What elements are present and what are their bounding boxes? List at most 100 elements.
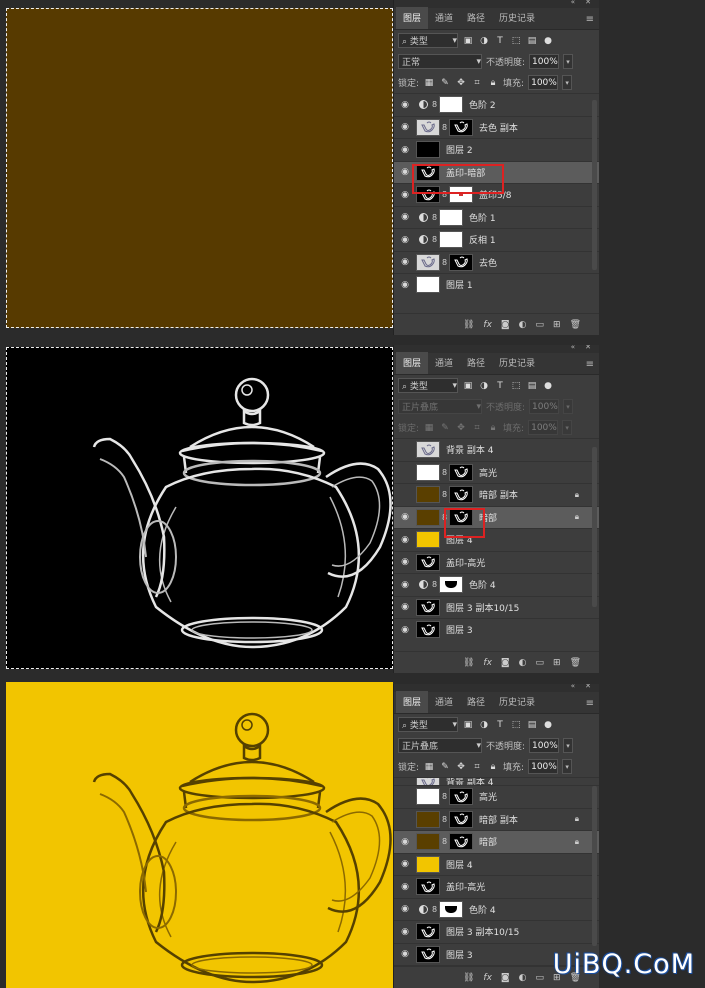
layer-thumbnail[interactable] — [449, 833, 473, 851]
link-icon[interactable]: 8 — [430, 580, 439, 589]
image-filter-icon[interactable]: ▣ — [462, 380, 474, 392]
filter-select[interactable]: ⌕ 类型 ▾ — [398, 378, 458, 393]
eye-icon[interactable]: ◉ — [394, 882, 416, 892]
layer-thumbnail[interactable] — [416, 118, 440, 136]
filter-toggle-icon[interactable]: ● — [542, 35, 554, 47]
layer-row[interactable]: ◉ 8 色阶 2 — [394, 93, 599, 116]
layer-name[interactable]: 暗部 副本 — [479, 813, 518, 826]
layer-thumbnail[interactable] — [416, 531, 440, 549]
lock-move-icon[interactable]: ✥ — [455, 761, 467, 773]
layer-thumbnail[interactable] — [416, 463, 440, 481]
type-filter-icon[interactable]: T — [494, 35, 506, 47]
adjustment-filter-icon[interactable]: ◑ — [478, 719, 490, 731]
eye-icon[interactable]: ◉ — [394, 778, 416, 785]
link-icon[interactable]: 8 — [440, 258, 449, 267]
link-icon[interactable]: 8 — [440, 815, 449, 824]
layer-thumbnail[interactable] — [416, 855, 440, 873]
layer-row[interactable]: ◉ 8 高光 — [394, 785, 599, 808]
layer-row[interactable]: ◉ 图层 4 — [394, 852, 599, 876]
layer-row[interactable]: ◉ 8 色阶 1 — [394, 205, 599, 229]
layer-name[interactable]: 盖印-高光 — [446, 556, 485, 569]
layer-thumbnail[interactable] — [449, 463, 473, 481]
new-adjustment-icon[interactable]: ◐ — [519, 973, 527, 983]
layer-thumbnail[interactable] — [449, 253, 473, 271]
layer-thumbnail[interactable] — [416, 253, 440, 271]
tab-1[interactable]: 通道 — [428, 7, 460, 29]
link-icon[interactable]: 8 — [430, 213, 439, 222]
eye-icon[interactable]: ◉ — [394, 512, 416, 522]
eye-icon[interactable]: ◉ — [394, 904, 416, 914]
filter-select[interactable]: ⌕ 类型 ▾ — [398, 717, 458, 732]
eye-icon[interactable]: ◉ — [394, 557, 416, 567]
canvas-area[interactable] — [6, 682, 393, 988]
lock-move-icon[interactable]: ✥ — [455, 422, 467, 434]
lock-move-icon[interactable]: ✥ — [455, 77, 467, 89]
lock-artboard-icon[interactable]: ⌗ — [471, 77, 483, 89]
eye-icon[interactable]: ◉ — [394, 859, 416, 869]
fill-dropdown[interactable]: ▾ — [562, 759, 573, 774]
new-group-icon[interactable]: ▭ — [536, 658, 545, 668]
eye-icon[interactable]: ◉ — [394, 814, 416, 824]
menu-icon[interactable]: ≡ — [586, 359, 594, 370]
layer-name[interactable]: 背景 副本 4 — [446, 778, 493, 785]
layer-row[interactable]: ◉ 图层 1 — [394, 273, 599, 296]
layer-thumbnail[interactable] — [416, 945, 440, 963]
lock-transparent-icon[interactable]: ▦ — [423, 422, 435, 434]
delete-layer-icon[interactable]: 🗑︎ — [570, 658, 581, 668]
tab-3[interactable]: 历史记录 — [492, 7, 542, 29]
layer-name[interactable]: 色阶 4 — [469, 578, 496, 591]
tab-1[interactable]: 通道 — [428, 352, 460, 374]
layer-name[interactable]: 暗部 — [479, 835, 497, 848]
lock-artboard-icon[interactable]: ⌗ — [471, 422, 483, 434]
tab-1[interactable]: 通道 — [428, 691, 460, 713]
layer-scrollbar[interactable] — [592, 786, 597, 946]
layer-name[interactable]: 图层 3 副本10/15 — [446, 925, 519, 938]
layer-name[interactable]: 去色 副本 — [479, 121, 518, 134]
layer-name[interactable]: 暗部 副本 — [479, 488, 518, 501]
fill-field[interactable]: 100% — [528, 759, 559, 774]
layer-name[interactable]: 图层 1 — [446, 278, 473, 291]
layer-row[interactable]: ◉ 8 去色 — [394, 250, 599, 274]
adjustment-filter-icon[interactable]: ◑ — [478, 35, 490, 47]
layer-thumbnail[interactable] — [449, 788, 473, 806]
eye-icon[interactable]: ◉ — [394, 100, 416, 110]
filter-toggle-icon[interactable]: ● — [542, 380, 554, 392]
link-layers-icon[interactable]: ⛓ — [463, 320, 474, 330]
new-layer-icon[interactable]: ⊞ — [553, 658, 561, 668]
layer-row[interactable]: ◉ 8 暗部 🔒︎ — [394, 505, 599, 528]
fill-field[interactable]: 100% — [528, 75, 559, 90]
layer-thumbnail[interactable] — [416, 810, 440, 828]
layer-thumbnail[interactable] — [416, 141, 440, 159]
lock-all-icon[interactable]: 🔒︎ — [487, 77, 499, 89]
lock-all-icon[interactable]: 🔒︎ — [487, 422, 499, 434]
fill-dropdown[interactable]: ▾ — [562, 75, 573, 90]
layer-thumbnail[interactable] — [416, 508, 440, 526]
lock-paint-icon[interactable]: ✎ — [439, 761, 451, 773]
smart-object-filter-icon[interactable]: ▤ — [526, 380, 538, 392]
new-layer-icon[interactable]: ⊞ — [553, 320, 561, 330]
layer-thumbnail[interactable] — [439, 208, 463, 226]
layer-scrollbar[interactable] — [592, 447, 597, 607]
layer-row[interactable]: ◉ 图层 2 — [394, 138, 599, 161]
layer-thumbnail[interactable] — [416, 778, 440, 785]
layer-thumbnail[interactable] — [439, 900, 463, 918]
layer-thumbnail[interactable] — [416, 878, 440, 896]
type-filter-icon[interactable]: T — [494, 380, 506, 392]
new-group-icon[interactable]: ▭ — [536, 973, 545, 983]
layer-name[interactable]: 盖印-高光 — [446, 880, 485, 893]
layer-thumbnail[interactable] — [449, 118, 473, 136]
link-icon[interactable]: 8 — [430, 235, 439, 244]
close-icon[interactable]: ✕ — [585, 345, 591, 351]
layer-row[interactable]: ◉ 图层 4 — [394, 528, 599, 551]
layer-thumbnail[interactable] — [416, 553, 440, 571]
layer-row[interactable]: ◉ 图层 3 副本10/15 — [394, 595, 599, 619]
adjustment-filter-icon[interactable]: ◑ — [478, 380, 490, 392]
layer-thumbnail[interactable] — [439, 96, 463, 114]
close-icon[interactable]: ✕ — [585, 684, 591, 690]
tab-2[interactable]: 路径 — [460, 352, 492, 374]
eye-icon[interactable]: ◉ — [394, 122, 416, 132]
fill-field[interactable]: 100% — [528, 420, 559, 435]
link-icon[interactable]: 8 — [440, 468, 449, 477]
eye-icon[interactable]: ◉ — [394, 145, 416, 155]
eye-icon[interactable]: ◉ — [394, 602, 416, 612]
